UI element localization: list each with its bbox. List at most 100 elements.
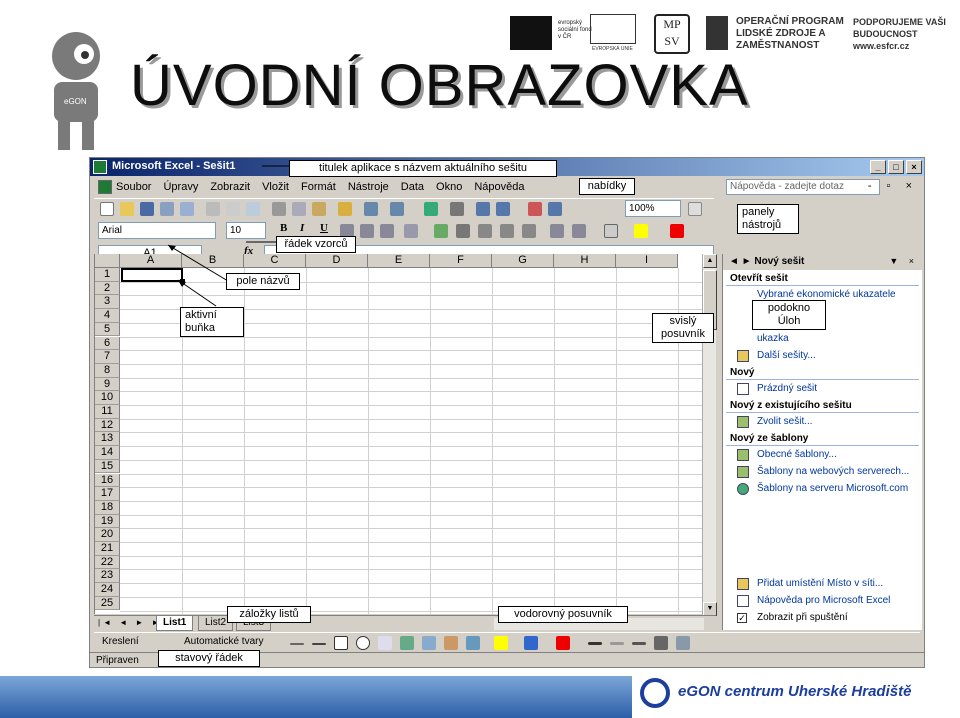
menu-nastroje[interactable]: Nástroje (348, 181, 389, 193)
decrease-indent-icon[interactable] (550, 224, 564, 238)
row-header[interactable]: 17 (95, 487, 120, 501)
3d-icon[interactable] (676, 636, 690, 650)
copy-icon[interactable] (292, 202, 306, 216)
menu-upravy[interactable]: Úpravy (163, 181, 198, 193)
fill-color-icon[interactable] (634, 224, 648, 238)
format-painter-icon[interactable] (338, 202, 352, 216)
sort-descending-icon[interactable] (496, 202, 510, 216)
active-cell[interactable] (121, 268, 185, 284)
row-header[interactable]: 6 (95, 336, 120, 351)
cut-icon[interactable] (272, 202, 286, 216)
drawing-menu-button[interactable]: Kreslení (102, 636, 139, 647)
column-header[interactable]: B (182, 254, 244, 268)
sort-ascending-icon[interactable] (476, 202, 490, 216)
save-icon[interactable] (140, 202, 154, 216)
column-header[interactable]: H (554, 254, 616, 268)
draw-font-color-icon[interactable] (556, 636, 570, 650)
document-window-buttons[interactable]: - ▫ × (868, 180, 918, 192)
row-header[interactable]: 14 (95, 446, 120, 460)
row-header[interactable]: 15 (95, 459, 120, 474)
row-header[interactable]: 9 (95, 377, 120, 392)
column-header[interactable]: C (244, 254, 306, 268)
minimize-button[interactable]: _ (870, 160, 886, 174)
autosum-icon[interactable] (450, 202, 464, 216)
row-header[interactable]: 21 (95, 542, 120, 556)
row-header[interactable]: 3 (95, 295, 120, 310)
row-header[interactable]: 22 (95, 555, 120, 570)
row-header[interactable]: 20 (95, 528, 120, 542)
line-style-icon[interactable] (588, 642, 602, 645)
currency-icon[interactable] (434, 224, 448, 238)
scroll-up-icon[interactable]: ▲ (703, 254, 717, 268)
column-header[interactable]: E (368, 254, 430, 268)
task-pane-controls[interactable]: ▼ × (889, 256, 918, 266)
chart-wizard-icon[interactable] (528, 202, 542, 216)
align-right-icon[interactable] (380, 224, 394, 238)
wordart-icon[interactable] (400, 636, 414, 650)
oval-icon[interactable] (356, 636, 370, 650)
task-pane-nav-icons[interactable]: ◄ ► (729, 256, 752, 267)
email-icon[interactable] (180, 202, 194, 216)
textbox-icon[interactable] (378, 636, 392, 650)
fill-handle[interactable] (180, 279, 185, 284)
diagram-icon[interactable] (422, 636, 436, 650)
align-center-icon[interactable] (360, 224, 374, 238)
increase-indent-icon[interactable] (572, 224, 586, 238)
row-header[interactable]: 1 (95, 268, 120, 282)
column-header[interactable]: G (492, 254, 554, 268)
borders-icon[interactable] (604, 224, 618, 238)
link-add-network-place[interactable]: Přidat umístění Místo v síti... (723, 575, 922, 592)
decrease-decimal-icon[interactable] (522, 224, 536, 238)
row-header[interactable]: 8 (95, 363, 120, 378)
arrow-icon[interactable] (312, 643, 326, 645)
hyperlink-icon[interactable] (424, 202, 438, 216)
link-microsoft-templates[interactable]: Šablony na serveru Microsoft.com (723, 480, 922, 497)
row-header[interactable]: 7 (95, 350, 120, 364)
line-icon[interactable] (290, 643, 304, 645)
row-header[interactable]: 16 (95, 473, 120, 488)
new-icon[interactable] (100, 202, 114, 216)
autoshapes-button[interactable]: Automatické tvary (184, 636, 263, 647)
row-header[interactable]: 10 (95, 391, 120, 405)
scroll-down-icon[interactable]: ▼ (703, 602, 717, 616)
paste-icon[interactable] (312, 202, 326, 216)
draw-fill-color-icon[interactable] (494, 636, 508, 650)
close-button[interactable]: × (906, 160, 922, 174)
picture-icon[interactable] (466, 636, 480, 650)
column-header[interactable]: A (120, 254, 182, 268)
document-icon[interactable] (98, 180, 112, 194)
row-header[interactable]: 19 (95, 514, 120, 529)
select-all-corner[interactable] (95, 254, 120, 268)
show-at-startup-checkbox[interactable]: ✓ Zobrazit při spuštění (723, 609, 922, 626)
redo-icon[interactable] (390, 202, 404, 216)
line-color-icon[interactable] (524, 636, 538, 650)
menu-napoveda[interactable]: Nápověda (474, 181, 524, 193)
row-header[interactable]: 13 (95, 432, 120, 447)
link-web-templates[interactable]: Šablony na webových serverech... (723, 463, 922, 480)
zoom-select[interactable]: 100% (625, 200, 681, 217)
menu-soubor[interactable]: Soubor (116, 181, 151, 193)
print-icon[interactable] (206, 202, 220, 216)
merge-center-icon[interactable] (404, 224, 418, 238)
rectangle-icon[interactable] (334, 636, 348, 650)
menu-format[interactable]: Formát (301, 181, 336, 193)
link-choose-workbook[interactable]: Zvolit sešit... (723, 413, 922, 430)
row-header[interactable]: 25 (95, 596, 120, 611)
column-header[interactable]: F (430, 254, 492, 268)
open-icon[interactable] (120, 202, 134, 216)
row-header[interactable]: 23 (95, 569, 120, 584)
menu-okno[interactable]: Okno (436, 181, 462, 193)
row-header[interactable]: 5 (95, 322, 120, 337)
permission-icon[interactable] (160, 202, 174, 216)
row-header[interactable]: 2 (95, 281, 120, 296)
menu-zobrazit[interactable]: Zobrazit (210, 181, 250, 193)
row-header[interactable]: 4 (95, 309, 120, 323)
drawing-icon[interactable] (548, 202, 562, 216)
print-preview-icon[interactable] (226, 202, 240, 216)
row-header[interactable]: 18 (95, 500, 120, 515)
row-header[interactable]: 12 (95, 418, 120, 433)
undo-icon[interactable] (364, 202, 378, 216)
thousands-icon[interactable] (478, 224, 492, 238)
increase-decimal-icon[interactable] (500, 224, 514, 238)
menu-data[interactable]: Data (401, 181, 424, 193)
